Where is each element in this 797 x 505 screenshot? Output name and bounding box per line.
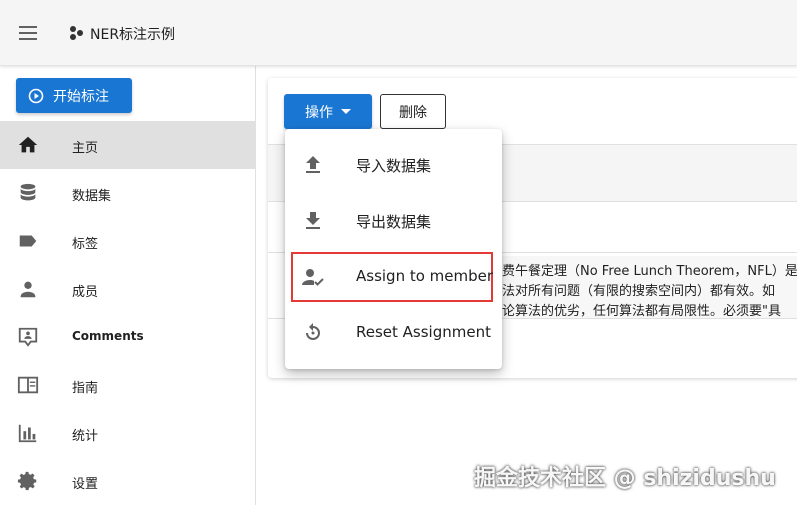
download-icon bbox=[306, 212, 320, 229]
sidebar-item-comments[interactable]: Comments bbox=[0, 313, 255, 361]
menu-item-label: Assign to member bbox=[356, 267, 494, 285]
menu-icon[interactable] bbox=[16, 21, 40, 45]
app-bar: NER标注示例 bbox=[0, 0, 797, 66]
sidebar-item-guide[interactable]: 指南 bbox=[0, 361, 255, 409]
upload-icon bbox=[306, 156, 320, 173]
person-icon bbox=[20, 281, 36, 298]
sidebar-item-settings[interactable]: 设置 bbox=[0, 457, 255, 505]
gear-icon bbox=[17, 471, 37, 491]
label-icon bbox=[19, 235, 37, 247]
play-circle-icon bbox=[28, 88, 44, 103]
database-icon bbox=[20, 183, 36, 201]
caret-down-icon bbox=[341, 109, 351, 114]
delete-button[interactable]: 删除 bbox=[380, 94, 446, 129]
sidebar-item-label: 设置 bbox=[72, 477, 99, 492]
sidebar-item-label: 统计 bbox=[72, 429, 99, 444]
logo-icon bbox=[70, 26, 83, 40]
app-title: NER标注示例 bbox=[90, 27, 176, 43]
sidebar-item-label: 成员 bbox=[72, 285, 99, 300]
sidebar-item-statistics[interactable]: 统计 bbox=[0, 409, 255, 457]
table-cell-text: 法对所有问题（有限的搜索空间内）都有效。如 bbox=[502, 284, 776, 299]
sidebar-item-label: 指南 bbox=[72, 381, 99, 396]
sidebar-item-label: 主页 bbox=[72, 141, 99, 156]
start-annotation-button[interactable]: 开始标注 bbox=[16, 78, 132, 113]
watermark: 掘金技术社区 @ shizidushu bbox=[474, 466, 776, 491]
table-cell-text: 费午餐定理（No Free Lunch Theorem，NFL）是 bbox=[502, 264, 797, 279]
start-annotation-label: 开始标注 bbox=[53, 88, 109, 105]
menu-item-label: 导出数据集 bbox=[356, 213, 432, 231]
home-icon bbox=[18, 136, 38, 153]
actions-button[interactable]: 操作 bbox=[284, 94, 372, 129]
menu-item-assign-to-member[interactable]: Assign to member bbox=[285, 249, 502, 305]
sidebar-item-members[interactable]: 成员 bbox=[0, 265, 255, 313]
menu-item-export-dataset[interactable]: 导出数据集 bbox=[285, 193, 502, 249]
menu-item-reset-assignment[interactable]: Reset Assignment bbox=[285, 305, 502, 361]
menu-item-label: 导入数据集 bbox=[356, 157, 432, 175]
actions-dropdown-menu: 导入数据集 导出数据集 Assign to member Reset Assig… bbox=[285, 129, 502, 369]
sidebar-item-label: 标签 bbox=[72, 237, 99, 252]
book-icon bbox=[17, 376, 39, 394]
sidebar-item-home[interactable]: 主页 bbox=[0, 121, 255, 169]
actions-label: 操作 bbox=[305, 104, 333, 121]
sidebar-item-label: 数据集 bbox=[72, 189, 112, 204]
menu-item-label: Reset Assignment bbox=[356, 323, 491, 341]
chart-icon bbox=[18, 424, 37, 443]
table-cell-text: 论算法的优劣，任何算法都有局限性。必须要"具 bbox=[502, 304, 781, 319]
reset-icon bbox=[306, 323, 320, 340]
comment-icon bbox=[18, 327, 38, 347]
menu-item-import-dataset[interactable]: 导入数据集 bbox=[285, 137, 502, 193]
sidebar-item-label: Comments bbox=[72, 329, 144, 343]
person-check-icon bbox=[302, 269, 324, 286]
sidebar-item-labels[interactable]: 标签 bbox=[0, 217, 255, 265]
sidebar-item-dataset[interactable]: 数据集 bbox=[0, 169, 255, 217]
sidebar: 开始标注 主页 数据集 标签 成员 Comments 指南 统计 设置 bbox=[0, 66, 256, 505]
